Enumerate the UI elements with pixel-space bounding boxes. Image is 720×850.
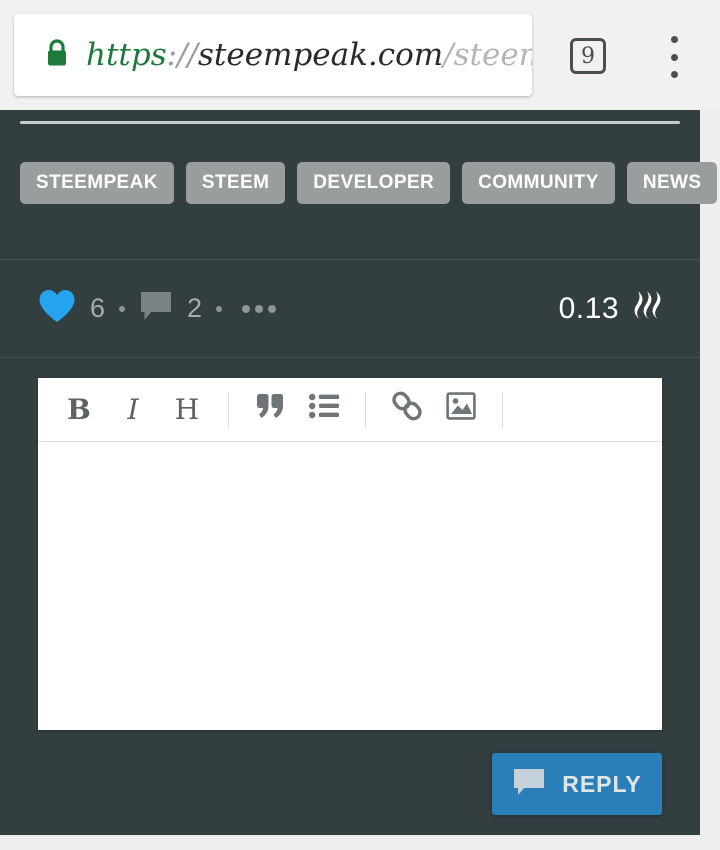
tab-counter-button[interactable]: 9 <box>570 38 606 74</box>
reply-button[interactable]: REPLY <box>492 753 662 815</box>
image-icon <box>446 392 476 427</box>
image-button[interactable] <box>434 388 488 432</box>
tag-steempeak[interactable]: STEEMPEAK <box>20 162 174 204</box>
stats-divider-bottom <box>0 357 700 358</box>
toolbar-separator <box>365 391 366 428</box>
link-icon <box>391 390 423 429</box>
ellipsis-dot <box>268 304 277 313</box>
browser-toolbar: https://steempeak.com/steem 9 <box>0 0 720 110</box>
page-content: STEEMPEAK STEEM DEVELOPER COMMUNITY NEWS… <box>0 110 718 835</box>
tag-developer[interactable]: DEVELOPER <box>297 162 451 204</box>
payout-group[interactable]: 0.13 <box>559 288 667 330</box>
editor-toolbar: B I H <box>38 378 662 442</box>
link-button[interactable] <box>380 388 434 432</box>
comment-bubble-icon[interactable] <box>139 290 173 327</box>
steem-logo-icon <box>631 288 667 330</box>
heart-icon[interactable] <box>38 289 76 328</box>
bullet-list-button[interactable] <box>297 388 351 432</box>
url-host: steempeak.com <box>197 39 444 71</box>
toolbar-separator <box>228 391 229 428</box>
comment-count: 2 <box>187 293 203 323</box>
stat-separator-dot <box>216 305 223 312</box>
kebab-dot <box>670 71 678 78</box>
address-bar-url: https://steempeak.com/steem <box>86 40 532 71</box>
ellipsis-dot <box>242 304 251 313</box>
url-scheme: https <box>86 39 167 71</box>
ellipsis-icon[interactable] <box>242 304 281 313</box>
payout-value: 0.13 <box>558 291 619 325</box>
url-separator: :// <box>166 39 198 71</box>
heading-button[interactable]: H <box>160 388 214 432</box>
quote-button[interactable] <box>243 388 297 432</box>
tag-list: STEEMPEAK STEEM DEVELOPER COMMUNITY NEWS <box>20 162 720 204</box>
url-path: /steem <box>443 39 532 71</box>
reply-button-label: REPLY <box>562 770 642 797</box>
address-bar[interactable]: https://steempeak.com/steem <box>14 14 532 96</box>
quote-icon <box>255 393 285 426</box>
vote-count: 6 <box>90 293 106 323</box>
comment-textarea[interactable] <box>38 442 662 729</box>
toolbar-separator <box>502 391 503 428</box>
kebab-menu-icon[interactable] <box>665 36 683 78</box>
kebab-dot <box>670 53 678 61</box>
stats-left-group: 6 2 <box>38 289 281 328</box>
bold-button[interactable]: B <box>52 388 106 432</box>
kebab-dot <box>670 36 678 43</box>
stat-separator-dot <box>119 305 126 312</box>
tag-news[interactable]: NEWS <box>626 162 718 204</box>
lock-icon <box>44 38 70 73</box>
bullet-list-icon <box>309 393 339 426</box>
comment-bubble-icon <box>512 767 546 802</box>
italic-button[interactable]: I <box>106 388 160 432</box>
content-divider <box>20 121 680 124</box>
tag-steem[interactable]: STEEM <box>185 162 286 204</box>
comment-editor: B I H <box>38 378 662 730</box>
ellipsis-dot <box>255 304 264 313</box>
tag-community[interactable]: COMMUNITY <box>462 162 615 204</box>
post-stats-bar: 6 2 0.13 <box>0 260 700 357</box>
